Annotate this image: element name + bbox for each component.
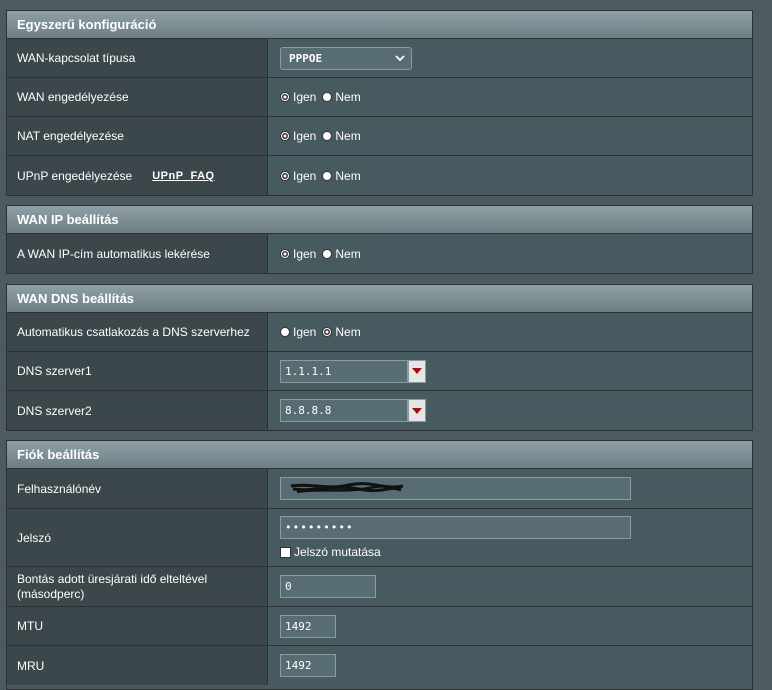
dns2-dropdown-button[interactable] [408,399,426,422]
upnp-faq-link[interactable]: UPnP FAQ [152,170,214,182]
upnp-enable-label-cell: UPnP engedélyezése UPnP FAQ [7,156,268,195]
auto-ip-radios: Igen Nem [268,234,752,273]
wan-type-select[interactable]: PPPOE [280,46,412,70]
dns2-combo: 8.8.8.8 [280,399,426,422]
idle-timeout-cell: 0 [268,567,752,606]
auto-dns-yes-radio[interactable] [280,327,290,337]
show-password-group: Jelszó mutatása [280,545,381,559]
nat-enable-row: NAT engedélyezése Igen Nem [7,117,752,156]
username-row: Felhasználónév [7,469,752,509]
mru-row: MRU 1492 [7,646,752,685]
dns1-row: DNS szerver1 1.1.1.1 [7,352,752,391]
wan-enable-radios: Igen Nem [268,78,752,116]
idle-timeout-label: Bontás adott üresjárati idő elteltével [17,571,208,586]
wan-dns-title: WAN DNS beállítás [7,285,752,313]
wan-ip-title: WAN IP beállítás [7,206,752,234]
wan-ip-section: WAN IP beállítás A WAN IP-cím automatiku… [6,205,753,274]
wan-enable-yes-label: Igen [293,90,317,104]
mru-cell: 1492 [268,646,752,685]
nat-enable-radios: Igen Nem [268,117,752,155]
wan-enable-no-radio[interactable] [322,92,333,102]
mtu-label: MTU [7,607,268,645]
dns2-label: DNS szerver2 [7,391,268,430]
wan-enable-yes-radio[interactable] [280,92,290,102]
mru-label: MRU [7,646,268,685]
username-label: Felhasználónév [7,469,268,508]
wan-enable-row: WAN engedélyezése Igen Nem [7,78,752,117]
account-section: Fiók beállítás Felhasználónév Jelszó •••… [6,440,753,690]
dns1-dropdown-button[interactable] [408,359,426,383]
auto-dns-radios: Igen Nem [268,313,752,351]
auto-dns-yes-label: Igen [293,325,317,339]
wan-dns-section: WAN DNS beállítás Automatikus csatlakozá… [6,284,753,431]
show-password-checkbox[interactable] [280,546,291,558]
auto-ip-yes-label: Igen [293,246,317,261]
show-password-label: Jelszó mutatása [294,545,381,559]
dns1-label: DNS szerver1 [7,352,268,390]
password-label: Jelszó [7,509,268,566]
redaction-scribble [290,482,404,494]
username-cell [268,469,752,508]
wan-type-value: PPPOE [289,51,323,65]
wan-type-row: WAN-kapcsolat típusa PPPOE [7,39,752,78]
auto-dns-label: Automatikus csatlakozás a DNS szerverhez [7,313,268,351]
upnp-enable-no-radio[interactable] [322,170,333,181]
dns2-row: DNS szerver2 8.8.8.8 [7,391,752,430]
idle-timeout-label-cell: Bontás adott üresjárati idő elteltével (… [7,567,268,606]
nat-enable-label: NAT engedélyezése [7,117,268,155]
dns1-input[interactable]: 1.1.1.1 [280,359,408,383]
nat-enable-no-label: Nem [335,129,361,143]
mtu-input[interactable]: 1492 [280,614,336,638]
password-input[interactable]: ••••••••• [280,516,631,539]
wan-type-label: WAN-kapcsolat típusa [7,39,268,77]
auto-ip-label: A WAN IP-cím automatikus lekérése [7,234,268,273]
username-input[interactable] [280,477,631,500]
password-row: Jelszó ••••••••• Jelszó mutatása [7,509,752,567]
auto-dns-row: Automatikus csatlakozás a DNS szerverhez… [7,313,752,352]
auto-ip-yes-radio[interactable] [280,248,290,259]
mtu-cell: 1492 [268,607,752,645]
dns2-input[interactable]: 8.8.8.8 [280,399,408,422]
nat-enable-yes-radio[interactable] [280,131,290,141]
basic-config-title: Egyszerű konfiguráció [7,11,752,39]
nat-enable-no-radio[interactable] [322,131,333,141]
triangle-down-icon [412,368,422,374]
upnp-enable-label: UPnP engedélyezése [17,168,133,183]
dns1-cell: 1.1.1.1 [268,352,752,390]
wan-enable-no-label: Nem [335,90,361,104]
dns1-combo: 1.1.1.1 [280,359,426,383]
nat-enable-yes-label: Igen [293,129,317,143]
upnp-enable-row: UPnP engedélyezése UPnP FAQ Igen Nem [7,156,752,195]
auto-ip-no-radio[interactable] [322,248,333,259]
wan-type-cell: PPPOE [268,39,752,77]
mru-input[interactable]: 1492 [280,654,336,677]
chevron-down-icon [395,54,405,61]
upnp-enable-no-label: Nem [335,168,361,183]
password-cell: ••••••••• Jelszó mutatása [268,509,752,566]
triangle-down-icon [412,407,422,414]
mtu-row: MTU 1492 [7,607,752,646]
auto-dns-no-radio[interactable] [322,327,333,337]
wan-enable-label: WAN engedélyezése [7,78,268,116]
upnp-enable-yes-radio[interactable] [280,170,290,181]
account-title: Fiók beállítás [7,441,752,469]
auto-dns-no-label: Nem [335,325,361,339]
auto-ip-row: A WAN IP-cím automatikus lekérése Igen N… [7,234,752,273]
idle-timeout-row: Bontás adott üresjárati idő elteltével (… [7,567,752,607]
auto-ip-no-label: Nem [335,246,361,261]
upnp-enable-yes-label: Igen [293,168,317,183]
dns2-cell: 8.8.8.8 [268,391,752,430]
basic-config-section: Egyszerű konfiguráció WAN-kapcsolat típu… [6,10,753,196]
upnp-enable-radios: Igen Nem [268,156,752,195]
idle-timeout-unit: (másodperc) [17,586,85,601]
idle-timeout-input[interactable]: 0 [280,575,376,598]
